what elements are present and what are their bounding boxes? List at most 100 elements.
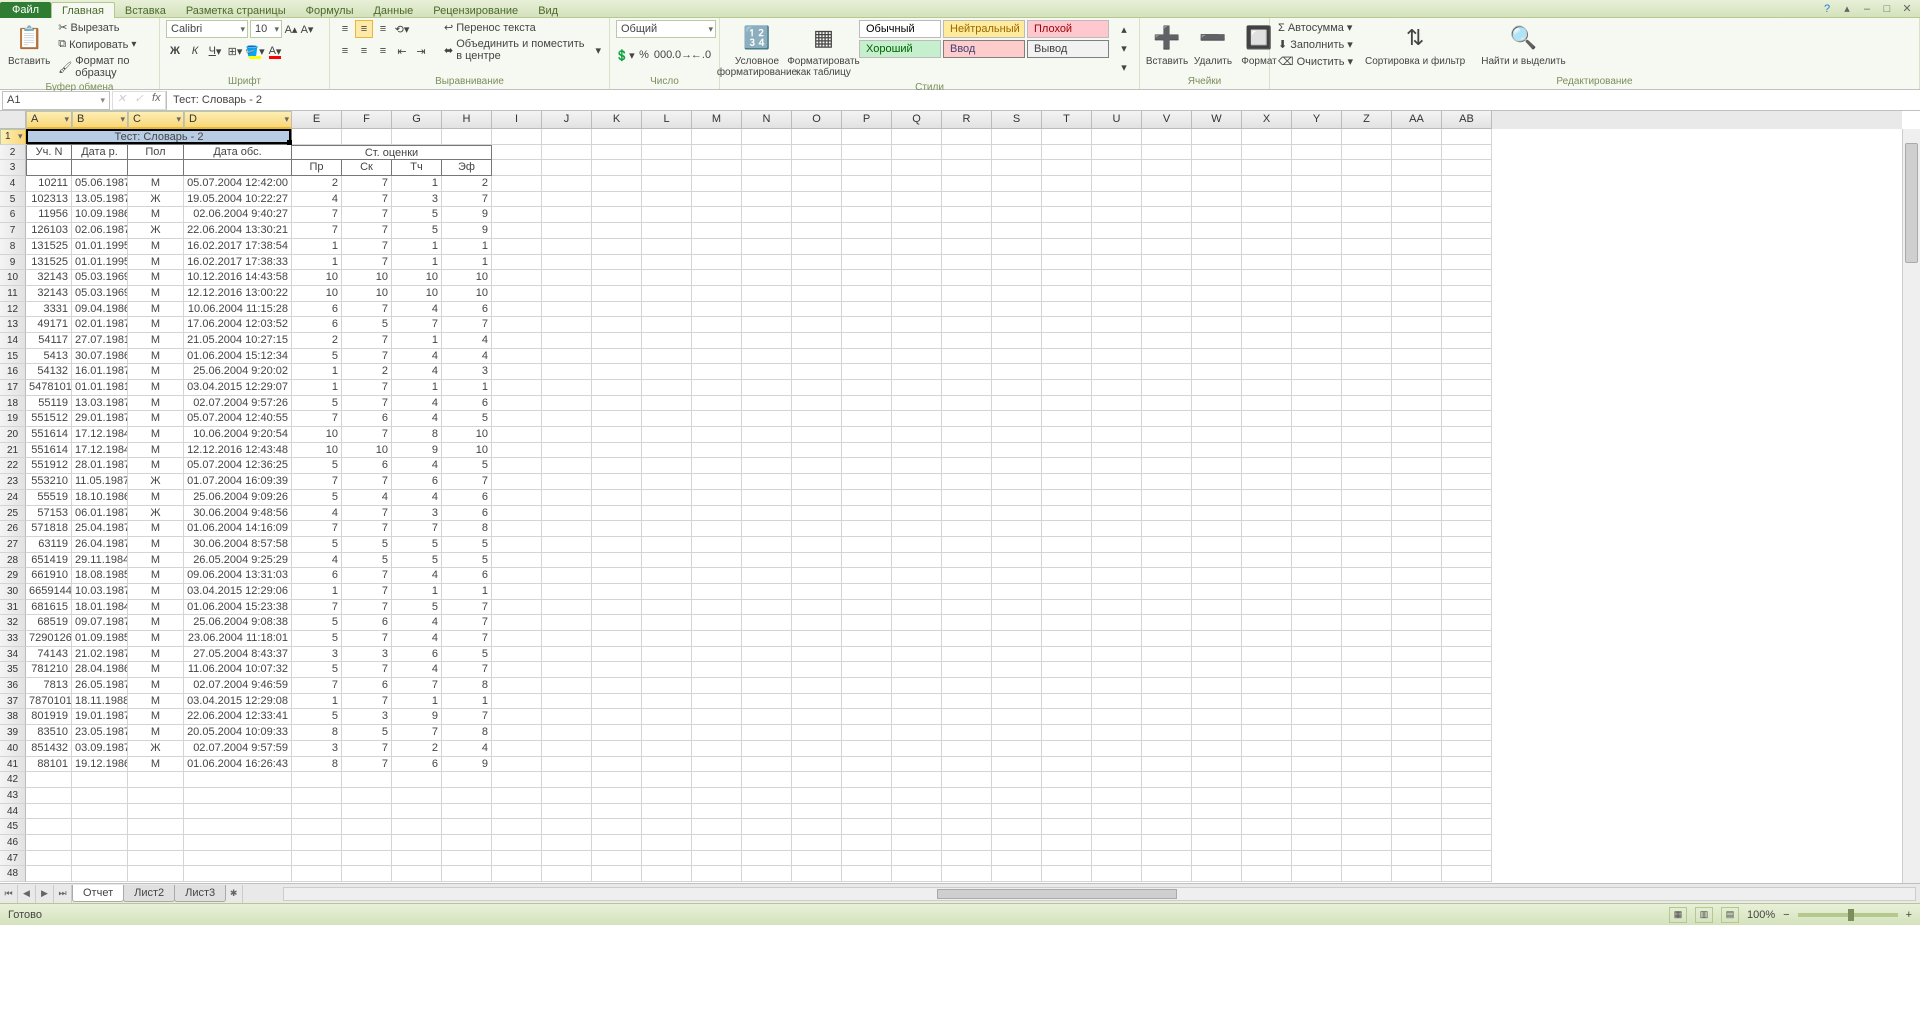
vertical-scrollbar[interactable] xyxy=(1902,129,1920,883)
row-header-42[interactable]: 42 xyxy=(0,772,26,788)
column-header-U[interactable]: U xyxy=(1092,111,1142,129)
currency-button[interactable]: 💲▾ xyxy=(616,46,634,64)
row-header-26[interactable]: 26 xyxy=(0,521,26,537)
clear-button[interactable]: ⌫Очистить▾ xyxy=(1276,54,1355,69)
row-header-37[interactable]: 37 xyxy=(0,694,26,710)
row-header-21[interactable]: 21 xyxy=(0,443,26,459)
row-header-12[interactable]: 12 xyxy=(0,302,26,318)
style-good[interactable]: Хороший xyxy=(859,40,941,58)
tab-insert[interactable]: Вставка xyxy=(115,3,176,18)
ribbon-minimize-icon[interactable]: ▴ xyxy=(1840,2,1854,16)
find-select-button[interactable]: 🔍Найти и выделить xyxy=(1475,20,1571,69)
row-header-35[interactable]: 35 xyxy=(0,662,26,678)
delete-cells-button[interactable]: ➖Удалить xyxy=(1192,20,1234,69)
column-header-Q[interactable]: Q xyxy=(892,111,942,129)
row-header-39[interactable]: 39 xyxy=(0,725,26,741)
select-all-corner[interactable] xyxy=(0,111,26,129)
align-middle-button[interactable]: ≡ xyxy=(355,20,373,38)
underline-button[interactable]: Ч▾ xyxy=(206,42,224,60)
row-header-34[interactable]: 34 xyxy=(0,647,26,663)
row-header-3[interactable]: 3 xyxy=(0,160,26,176)
row-header-7[interactable]: 7 xyxy=(0,223,26,239)
tab-file[interactable]: Файл xyxy=(0,2,51,18)
column-header-L[interactable]: L xyxy=(642,111,692,129)
fx-icon[interactable]: fx xyxy=(148,92,165,109)
orientation-button[interactable]: ⟲▾ xyxy=(393,20,411,38)
style-normal[interactable]: Обычный xyxy=(859,20,941,38)
row-header-19[interactable]: 19 xyxy=(0,411,26,427)
formula-input[interactable]: Тест: Словарь - 2 xyxy=(166,91,1920,110)
row-header-11[interactable]: 11 xyxy=(0,286,26,302)
normal-view-button[interactable]: ▦ xyxy=(1669,907,1687,923)
row-header-46[interactable]: 46 xyxy=(0,835,26,851)
row-header-4[interactable]: 4 xyxy=(0,176,26,192)
new-sheet-button[interactable]: ✱ xyxy=(225,885,243,903)
sheet-tab-1[interactable]: Отчет xyxy=(72,885,124,902)
horizontal-scrollbar[interactable] xyxy=(283,887,1916,901)
cell-grid[interactable]: Тест: Словарь - 2Уч. NДата р.ПолДата обс… xyxy=(26,129,1902,883)
tab-home[interactable]: Главная xyxy=(51,2,115,18)
row-header-36[interactable]: 36 xyxy=(0,678,26,694)
row-header-18[interactable]: 18 xyxy=(0,396,26,412)
styles-more-button[interactable]: ▾ xyxy=(1115,58,1133,76)
grow-font-button[interactable]: A▴ xyxy=(284,20,298,38)
row-header-30[interactable]: 30 xyxy=(0,584,26,600)
column-header-Z[interactable]: Z xyxy=(1342,111,1392,129)
row-header-6[interactable]: 6 xyxy=(0,207,26,223)
minimize-icon[interactable]: – xyxy=(1860,2,1874,16)
copy-button[interactable]: ⧉Копировать▾ xyxy=(56,37,153,52)
decrease-indent-button[interactable]: ⇤ xyxy=(393,42,411,60)
column-header-AA[interactable]: AA xyxy=(1392,111,1442,129)
title-cell[interactable]: Тест: Словарь - 2 xyxy=(26,129,292,145)
column-header-O[interactable]: O xyxy=(792,111,842,129)
decrease-decimal-button[interactable]: ←.0 xyxy=(692,46,710,64)
conditional-formatting-button[interactable]: 🔢 Условное форматирование xyxy=(726,20,788,80)
row-header-33[interactable]: 33 xyxy=(0,631,26,647)
row-header-10[interactable]: 10 xyxy=(0,270,26,286)
style-input[interactable]: Ввод xyxy=(943,40,1025,58)
align-top-button[interactable]: ≡ xyxy=(336,20,354,38)
italic-button[interactable]: К xyxy=(186,42,204,60)
column-header-W[interactable]: W xyxy=(1192,111,1242,129)
page-break-view-button[interactable]: ▤ xyxy=(1721,907,1739,923)
row-header-44[interactable]: 44 xyxy=(0,804,26,820)
row-header-31[interactable]: 31 xyxy=(0,600,26,616)
column-header-M[interactable]: M xyxy=(692,111,742,129)
increase-decimal-button[interactable]: .0→ xyxy=(673,46,691,64)
column-header-J[interactable]: J xyxy=(542,111,592,129)
row-header-13[interactable]: 13 xyxy=(0,317,26,333)
row-header-1[interactable]: 1 xyxy=(0,129,27,145)
merge-center-button[interactable]: ⬌Объединить и поместить в центре▾ xyxy=(442,37,603,63)
column-header-N[interactable]: N xyxy=(742,111,792,129)
row-header-45[interactable]: 45 xyxy=(0,819,26,835)
align-center-button[interactable]: ≡ xyxy=(355,42,373,60)
border-button[interactable]: ⊞▾ xyxy=(226,42,244,60)
wrap-text-button[interactable]: ↩Перенос текста xyxy=(442,20,603,35)
sheet-nav-next[interactable]: ▶ xyxy=(36,885,54,903)
horizontal-scroll-thumb[interactable] xyxy=(937,889,1177,899)
column-header-E[interactable]: E xyxy=(292,111,342,129)
row-headers[interactable]: 1234567891011121314151617181920212223242… xyxy=(0,129,26,883)
row-header-48[interactable]: 48 xyxy=(0,866,26,882)
row-header-25[interactable]: 25 xyxy=(0,506,26,522)
column-header-R[interactable]: R xyxy=(942,111,992,129)
page-layout-view-button[interactable]: ▥ xyxy=(1695,907,1713,923)
vertical-scroll-thumb[interactable] xyxy=(1905,143,1918,263)
style-neutral[interactable]: Нейтральный xyxy=(943,20,1025,38)
fill-color-button[interactable]: 🪣▾ xyxy=(246,42,264,60)
row-header-14[interactable]: 14 xyxy=(0,333,26,349)
sheet-nav-first[interactable]: ⏮ xyxy=(0,885,18,903)
shrink-font-button[interactable]: A▾ xyxy=(300,20,314,38)
paste-button[interactable]: 📋 Вставить xyxy=(6,20,52,69)
sheet-nav-prev[interactable]: ◀ xyxy=(18,885,36,903)
row-header-5[interactable]: 5 xyxy=(0,192,26,208)
row-header-32[interactable]: 32 xyxy=(0,615,26,631)
row-header-22[interactable]: 22 xyxy=(0,458,26,474)
tab-view[interactable]: Вид xyxy=(528,3,568,18)
cut-button[interactable]: ✂Вырезать xyxy=(56,20,153,35)
column-header-H[interactable]: H xyxy=(442,111,492,129)
comma-button[interactable]: 000 xyxy=(654,46,672,64)
help-icon[interactable]: ? xyxy=(1820,2,1834,16)
style-output[interactable]: Вывод xyxy=(1027,40,1109,58)
font-name-select[interactable]: Calibri xyxy=(166,20,248,38)
